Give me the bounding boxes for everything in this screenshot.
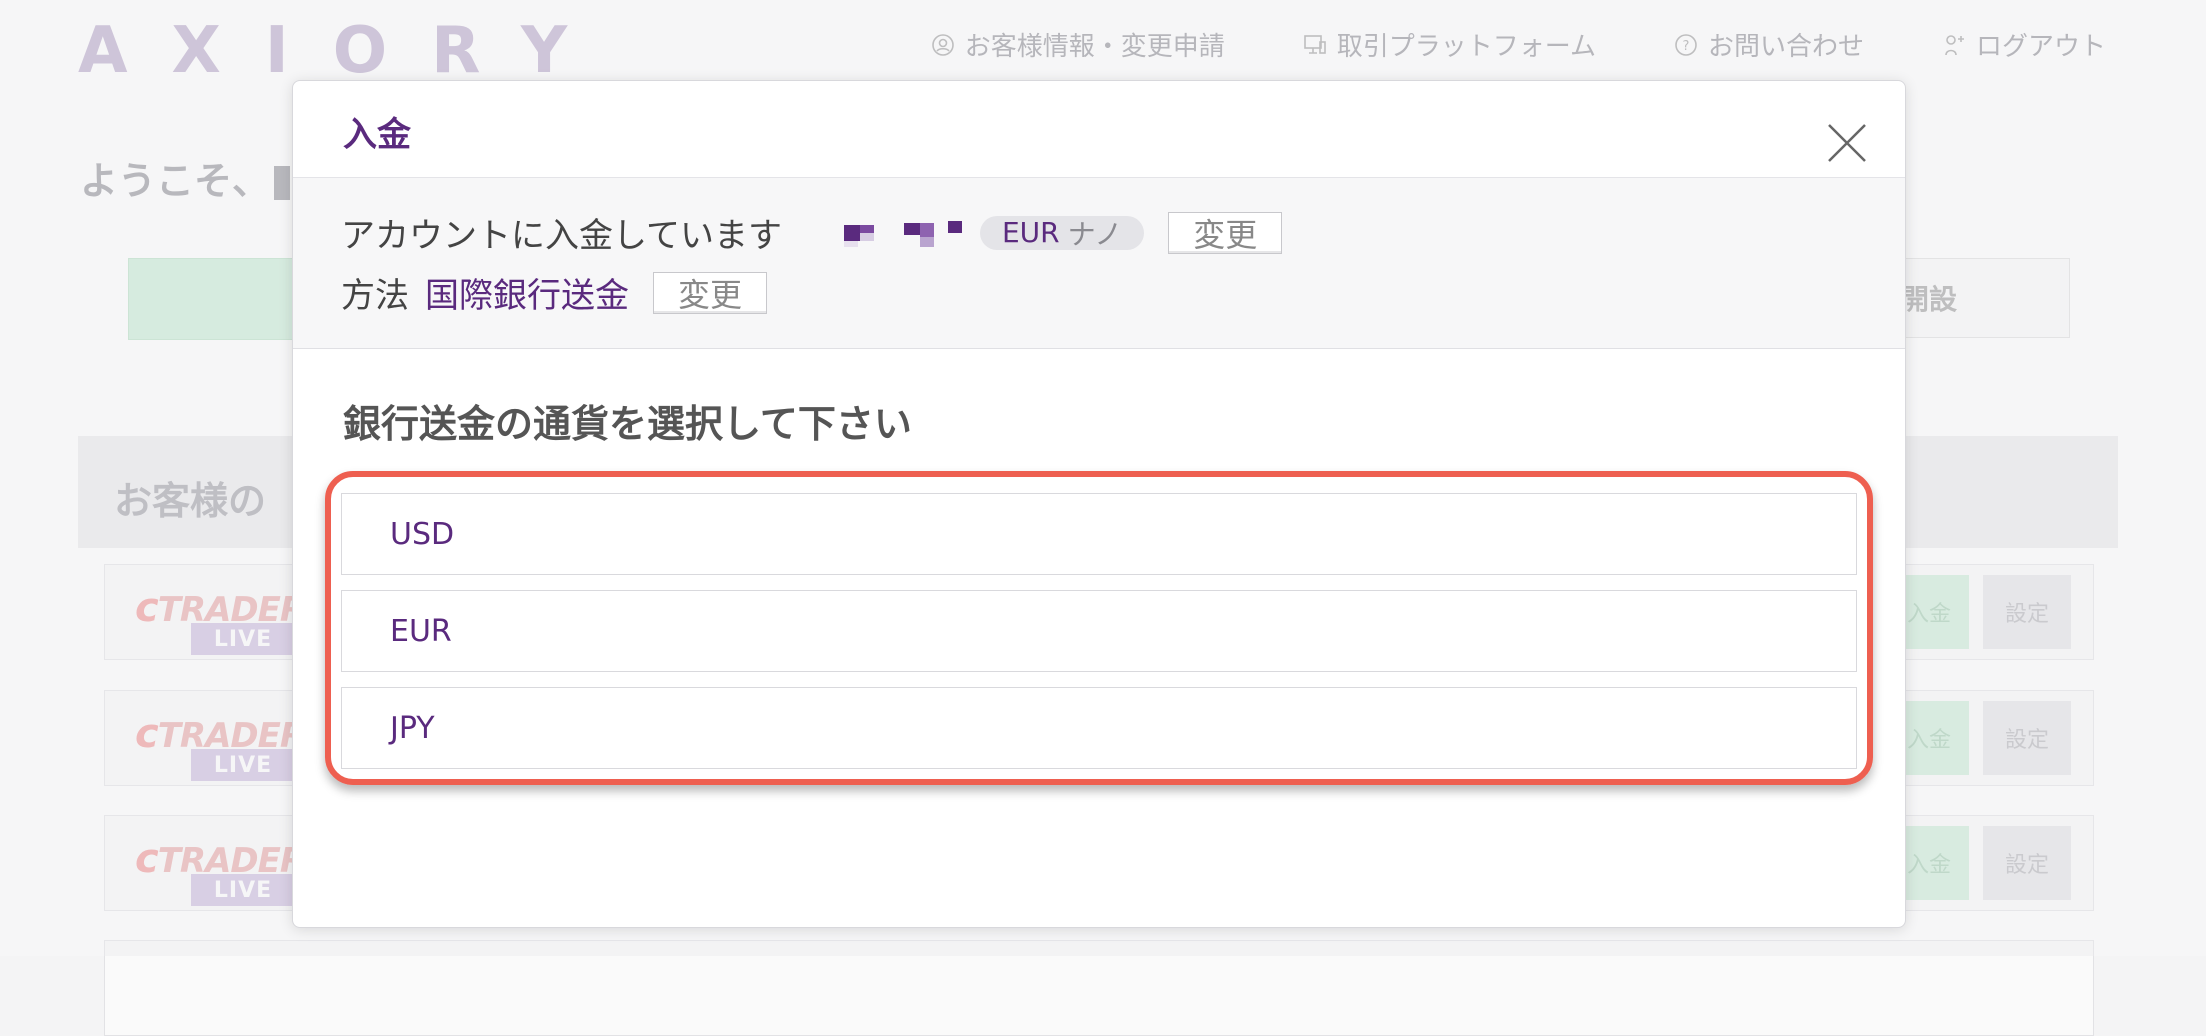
close-icon [1828,124,1866,162]
account-number-redacted [843,217,964,249]
modal-header: 入金 [293,81,1905,178]
method-line: 方法 国際銀行送金 変更 [341,268,768,317]
currency-option-usd[interactable]: USD [341,493,1857,575]
currency-option-eur[interactable]: EUR [341,590,1857,672]
account-currency: EUR [1001,216,1060,249]
method-label: 方法 [341,276,409,316]
account-label: アカウントに入金しています [341,216,782,256]
modal-title: 入金 [343,115,411,155]
currency-list: USD EUR JPY [341,493,1857,784]
account-type: ナノ [1067,217,1123,251]
deposit-info-section: アカウントに入金しています EUR ナノ 変更 方法 国際銀行送金 変更 [293,178,1905,349]
deposit-modal: 入金 アカウントに入金しています EUR ナノ 変更 方法 国際銀行送金 変更 … [292,80,1906,928]
close-button[interactable] [1823,119,1871,167]
change-account-button[interactable]: 変更 [1168,211,1283,254]
change-method-button[interactable]: 変更 [653,271,768,314]
account-type-pill: EUR ナノ [979,215,1145,251]
method-value: 国際銀行送金 [425,276,629,316]
currency-option-jpy[interactable]: JPY [341,687,1857,769]
currency-select-title: 銀行送金の通貨を選択して下さい [343,402,912,446]
account-line: アカウントに入金しています EUR ナノ 変更 [341,208,1283,257]
